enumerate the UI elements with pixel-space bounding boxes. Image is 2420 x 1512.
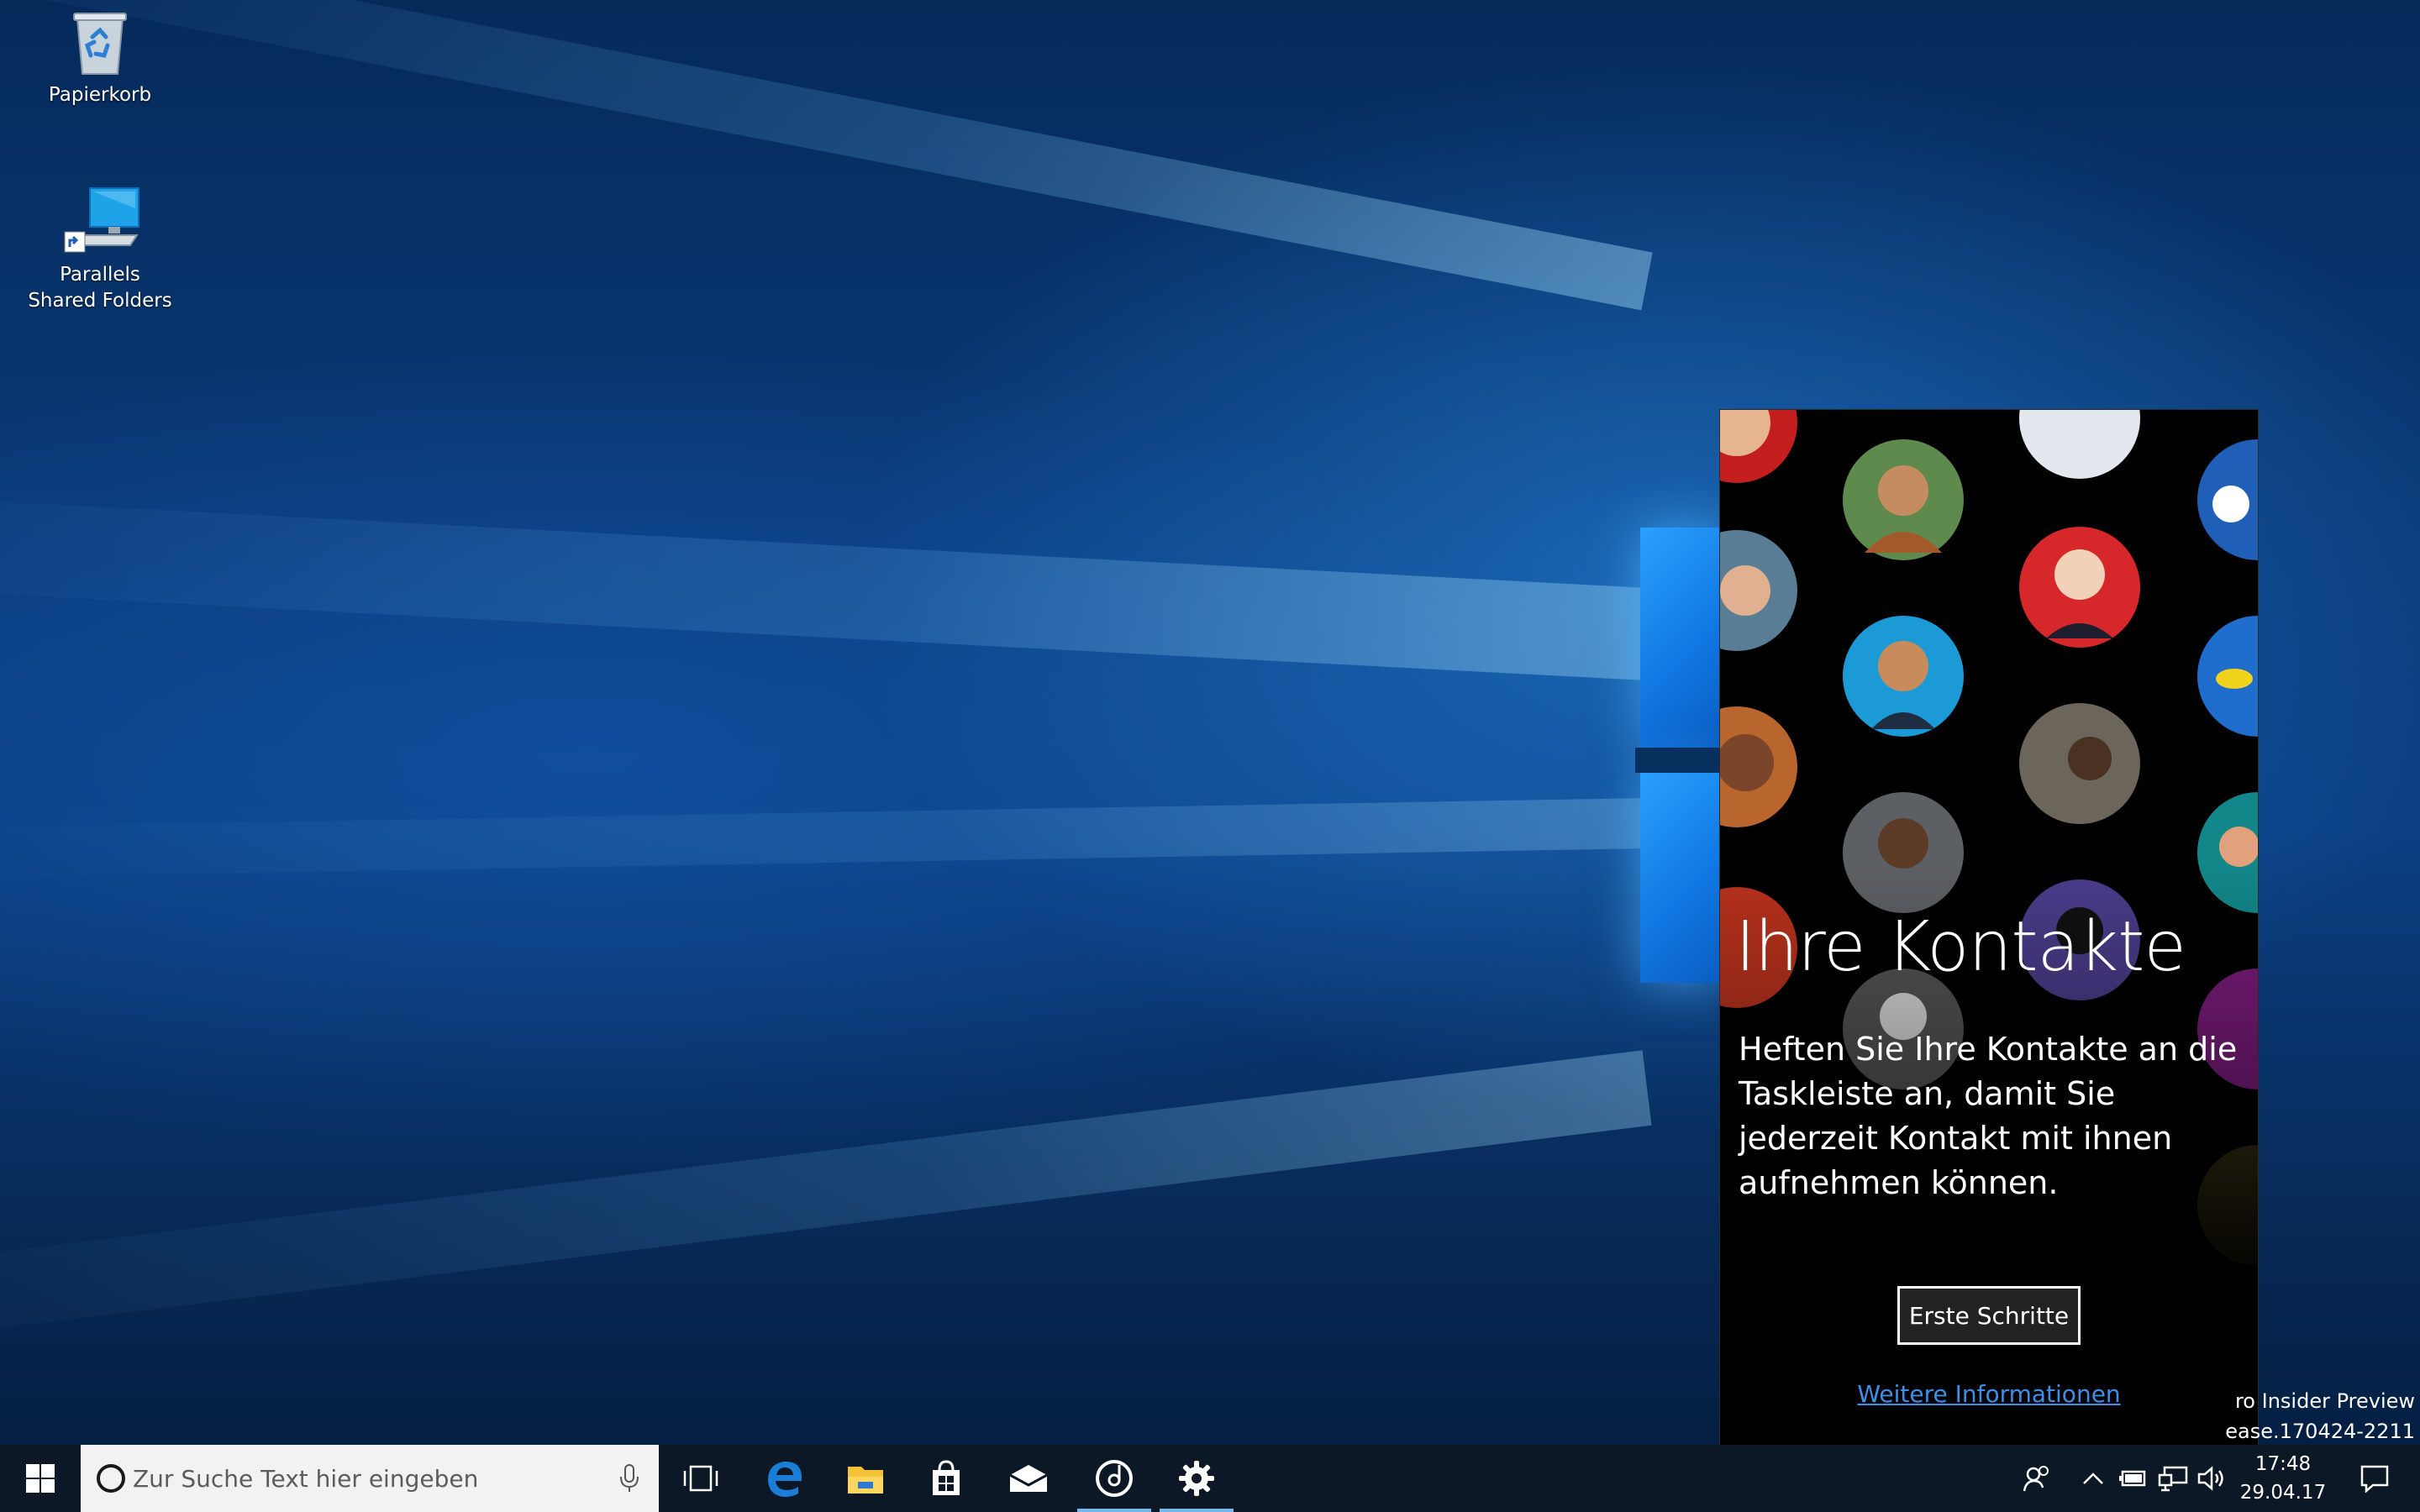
groove-music-icon <box>1096 1460 1133 1497</box>
people-flyout: Ihre Kontakte Heften Sie Ihre Kontakte a… <box>1719 409 2259 1446</box>
desktop-icon-parallels-shared-folders[interactable]: Parallels Shared Folders <box>24 183 176 314</box>
clock-date: 29.04.17 <box>2239 1482 2327 1504</box>
tray-show-hidden-icons[interactable] <box>2075 1445 2111 1512</box>
settings-icon <box>1179 1461 1214 1496</box>
flyout-title: Ihre Kontakte <box>1735 907 2186 987</box>
build-watermark: ro Insider Preview ease.170424-2211 <box>2225 1386 2415 1446</box>
taskbar-app-file-explorer[interactable] <box>825 1445 906 1512</box>
shared-folders-icon <box>64 187 139 253</box>
volume-icon <box>2197 1466 2223 1491</box>
taskbar-app-store[interactable] <box>906 1445 986 1512</box>
watermark-line-edition: ro Insider Preview <box>2234 1389 2415 1413</box>
more-info-link[interactable]: Weitere Informationen <box>1720 1380 2258 1408</box>
edge-icon <box>768 1461 802 1497</box>
start-button[interactable] <box>0 1445 81 1512</box>
taskbar-app-groove-music[interactable] <box>1074 1445 1155 1512</box>
microphone-icon[interactable] <box>618 1463 640 1494</box>
file-explorer-icon <box>848 1467 883 1494</box>
search-placeholder: Zur Suche Text hier eingeben <box>133 1464 479 1493</box>
desktop-icon-label: Papierkorb <box>48 84 152 106</box>
recycle-bin-icon <box>73 13 127 75</box>
battery-icon <box>2119 1470 2146 1487</box>
desktop-icon-recycle-bin[interactable]: Papierkorb <box>24 8 176 108</box>
mail-icon <box>1009 1465 1048 1492</box>
cortana-icon <box>97 1464 125 1493</box>
taskbar: Zur Suche Text hier eingeben 17:48 29.04… <box>0 1445 2420 1512</box>
start-icon <box>26 1464 55 1493</box>
action-center-icon <box>2360 1465 2389 1493</box>
taskbar-app-mail[interactable] <box>988 1445 1069 1512</box>
clock[interactable]: 17:48 29.04.17 <box>2228 1445 2338 1512</box>
watermark-line-build: ease.170424-2211 <box>2225 1420 2415 1443</box>
people-icon <box>2023 1466 2049 1492</box>
taskbar-app-edge[interactable] <box>744 1445 825 1512</box>
desktop-icon-label: Parallels Shared Folders <box>28 264 172 312</box>
task-view-icon <box>683 1465 718 1492</box>
tray-people-button[interactable] <box>2013 1445 2060 1512</box>
chevron-up-icon <box>2083 1473 2103 1484</box>
clock-time: 17:48 <box>2254 1453 2312 1475</box>
tray-volume[interactable] <box>2193 1445 2230 1512</box>
store-icon <box>933 1460 960 1495</box>
get-started-button[interactable]: Erste Schritte <box>1896 1284 2082 1347</box>
network-icon <box>2158 1466 2188 1492</box>
action-center-button[interactable] <box>2344 1445 2405 1512</box>
tray-network[interactable] <box>2154 1445 2191 1512</box>
search-box[interactable]: Zur Suche Text hier eingeben <box>81 1445 659 1512</box>
task-view-button[interactable] <box>660 1445 741 1512</box>
tray-battery[interactable] <box>2114 1445 2151 1512</box>
flyout-description: Heften Sie Ihre Kontakte an die Taskleis… <box>1739 1031 2238 1201</box>
taskbar-app-settings[interactable] <box>1156 1445 1237 1512</box>
